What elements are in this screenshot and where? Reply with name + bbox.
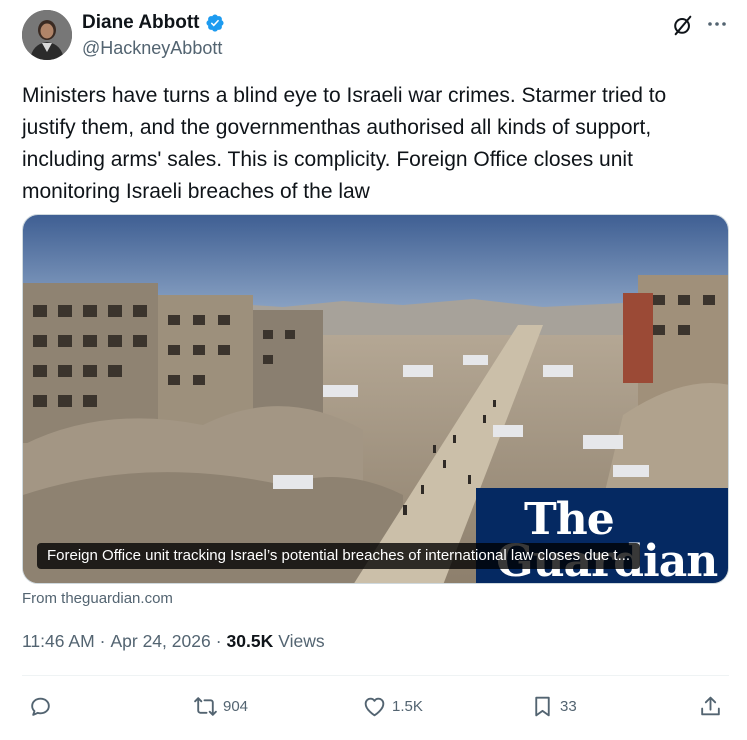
- tweet-date[interactable]: Apr 24, 2026: [110, 631, 210, 652]
- repost-icon: [194, 696, 217, 716]
- reply-icon: [31, 697, 50, 716]
- card-source[interactable]: From theguardian.com: [22, 590, 173, 607]
- views-count: 30.5K: [226, 631, 274, 651]
- repost-button[interactable]: 904: [193, 692, 248, 720]
- author-handle[interactable]: @HackneyAbbott: [82, 38, 222, 59]
- like-button[interactable]: 1.5K: [362, 692, 423, 720]
- reply-button[interactable]: [28, 692, 58, 720]
- bookmark-count: 33: [560, 697, 577, 715]
- author-name-row[interactable]: Diane Abbott: [82, 12, 225, 34]
- share-button[interactable]: [698, 692, 723, 720]
- tweet-meta: 11:46 AM · Apr 24, 2026 · 30.5K Views: [22, 631, 325, 652]
- tweet-text: Ministers have turns a blind eye to Isra…: [22, 84, 667, 203]
- bookmark-icon: [535, 696, 550, 716]
- link-card[interactable]: The Guardian Foreign Office unit trackin…: [22, 214, 729, 584]
- guardian-logo: The Guardian: [476, 488, 728, 583]
- like-icon: [364, 697, 385, 716]
- share-icon: [701, 696, 720, 715]
- divider: [22, 675, 729, 676]
- tweet-time[interactable]: 11:46 AM: [22, 631, 95, 652]
- grok-icon[interactable]: [672, 14, 694, 36]
- avatar[interactable]: [22, 10, 72, 60]
- bookmark-button[interactable]: 33: [530, 692, 577, 720]
- views-label: Views: [278, 631, 325, 651]
- avatar-image: [22, 10, 72, 60]
- repost-count: 904: [223, 697, 249, 715]
- like-count: 1.5K: [392, 697, 423, 715]
- meta-separator: ·: [99, 631, 106, 651]
- author-display-name[interactable]: Diane Abbott: [82, 12, 200, 34]
- verified-badge-icon: [205, 14, 224, 32]
- more-icon[interactable]: [705, 12, 729, 36]
- meta-separator: ·: [215, 631, 222, 651]
- card-caption[interactable]: Foreign Office unit tracking Israel’s po…: [37, 543, 641, 569]
